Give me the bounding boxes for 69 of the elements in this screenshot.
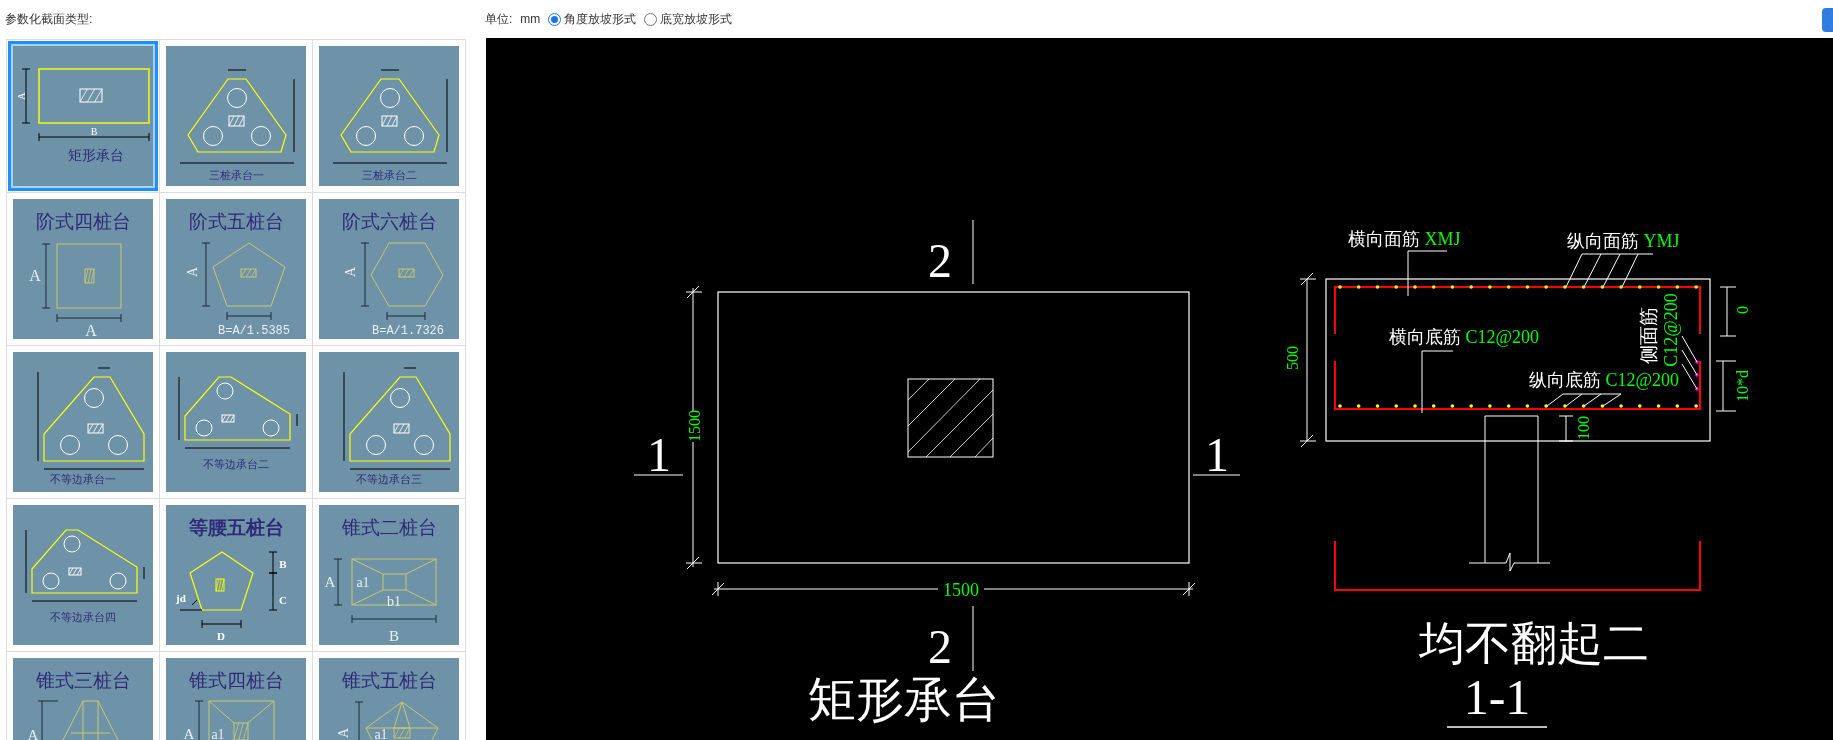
leader-line <box>1681 335 1698 390</box>
dimension-label: a1 <box>356 575 370 590</box>
section-line <box>972 219 974 285</box>
dimension-label: D <box>217 630 225 642</box>
rebar-label: 纵向底筋 C12@200 <box>1529 370 1680 390</box>
dimension-text: 1500 <box>685 410 703 442</box>
action-button[interactable] <box>1822 8 1833 32</box>
section-type-label: 参数化截面类型: <box>5 12 93 26</box>
rebar-label: 横向面筋 XMJ <box>1348 229 1461 249</box>
dimension-text: 500 <box>1283 346 1301 370</box>
section-type-title: 锥式四桩台 <box>188 670 284 691</box>
dimension-label: B <box>389 628 399 644</box>
section-type-title: 锥式五桩台 <box>341 670 437 691</box>
dimension-label: B <box>279 558 287 570</box>
dimension-label: A <box>343 266 358 278</box>
leader-line <box>1407 250 1448 297</box>
drawing-title: 均不翻起二 <box>1419 618 1649 669</box>
section-type-item[interactable]: A B 矩形承台 <box>8 41 158 191</box>
section-line <box>1192 474 1241 476</box>
dimension-label: B=A/1.5385 <box>218 324 290 338</box>
section-type-title: 不等边承台一 <box>50 473 116 485</box>
dimension-label: jd <box>176 592 186 604</box>
section-type-title: 不等边承台四 <box>50 611 116 623</box>
dimension-label: A <box>16 92 27 100</box>
dimension-text: 10*d <box>1733 370 1751 402</box>
rebar-label: 纵向面筋 YMJ <box>1567 231 1680 251</box>
section-type-title: 不等边承台二 <box>203 458 269 470</box>
dimension-label: A <box>324 574 336 590</box>
dimension-label: B <box>90 126 98 137</box>
section-mark: 1 <box>647 428 671 481</box>
section-type-title: 阶式六桩台 <box>341 211 437 232</box>
unit-label: 单位: <box>485 11 513 28</box>
dimension-label: a1 <box>211 727 225 740</box>
leader-line <box>1421 350 1454 414</box>
dimension-text: 100 <box>1574 416 1592 440</box>
section-type-title: 锥式二桩台 <box>341 517 437 538</box>
drawing-title: 矩形承台 <box>808 673 1000 726</box>
rebar-label: 侧面筋 <box>1637 306 1659 364</box>
section-line <box>633 474 684 476</box>
dimension-label: b1 <box>387 594 401 609</box>
dimension-label: a1 <box>374 727 388 740</box>
dimension-label: C <box>279 594 287 606</box>
section-mark: 2 <box>928 234 952 287</box>
section-mark: 2 <box>928 620 952 673</box>
dimension-line <box>1558 415 1574 442</box>
dimension-line <box>1719 286 1737 337</box>
section-type-title: 阶式五桩台 <box>188 211 284 232</box>
dimension-label: A <box>85 322 97 339</box>
section-type-title: 等腰五桩台 <box>188 517 284 538</box>
radio-label: 底宽放坡形式 <box>660 11 733 28</box>
rebar-spec: C12@200 <box>1661 293 1681 367</box>
dimension-label: A <box>27 727 39 740</box>
dimension-label: A <box>29 267 41 284</box>
dimension-label: A <box>185 266 200 278</box>
unit-value: mm <box>520 11 541 28</box>
radio-label: 角度放坡形式 <box>564 11 637 28</box>
section-line <box>972 605 974 672</box>
dimension-text: 0 <box>1733 306 1751 314</box>
section-type-title: 阶式四桩台 <box>35 211 131 232</box>
section-type-title: 锥式三桩台 <box>35 670 131 691</box>
dimension-label: A <box>336 727 351 739</box>
section-type-title: 矩形承台 <box>68 148 124 163</box>
section-mark: 1 <box>1205 428 1229 481</box>
dimension-line <box>1715 360 1737 412</box>
dimension-label: A <box>183 726 195 740</box>
dimension-label: B=A/1.7326 <box>372 324 444 338</box>
rebar-label: 横向底筋 C12@200 <box>1389 327 1540 347</box>
dimension-text: 1500 <box>943 580 979 600</box>
section-name: 1-1 <box>1463 669 1531 725</box>
